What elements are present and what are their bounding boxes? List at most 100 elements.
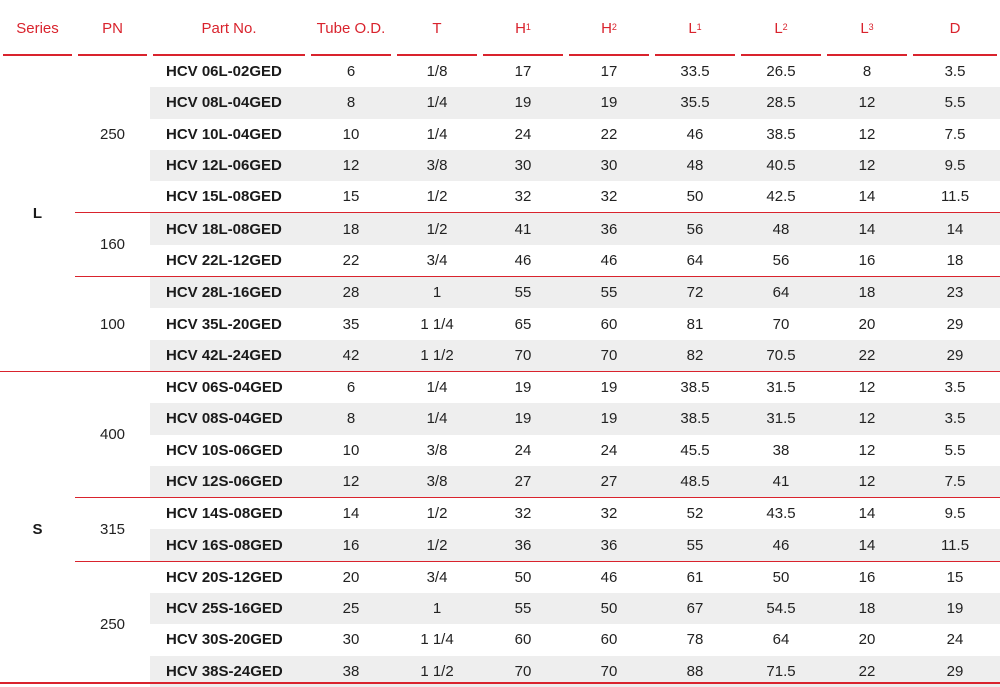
series-cell: S: [0, 370, 75, 687]
h1-cell: 32: [480, 497, 566, 529]
h2-cell: 22: [600, 125, 618, 143]
l1-cell: 48: [652, 149, 738, 182]
l2-cell: 38.5: [766, 125, 796, 143]
d-cell: 29: [946, 315, 964, 333]
d-cell: 3.5: [944, 63, 966, 81]
table-row: S 400 HCV 06S-04GED 6 1/4 19 19 38.5 31.5 12 3.5: [0, 370, 1000, 687]
header-part-no: Part No.: [150, 0, 308, 56]
l2-cell: 46: [738, 529, 824, 561]
pn-cell: 160: [75, 212, 150, 277]
l2-cell: 50: [738, 560, 824, 593]
d-cell: 5.5: [944, 441, 966, 459]
h2-cell: 60: [600, 315, 618, 333]
d-cell: 5.5: [910, 87, 1000, 119]
tube-od-cell: 16: [308, 529, 394, 561]
h2-cell: 27: [566, 465, 652, 498]
h2-cell: 32: [566, 497, 652, 529]
table-row: HCV 30S-20GED 30 1 1/4 60 60 78 64 20 24: [0, 624, 1000, 655]
l1-cell: 55: [652, 529, 738, 561]
d-cell: 11.5: [910, 529, 1000, 561]
part-no-cell: HCV 08L-04GED: [150, 87, 308, 119]
d-cell: 29: [910, 339, 1000, 371]
t-cell: 1/4: [394, 87, 480, 119]
t-cell: 1/4: [426, 125, 448, 143]
h2-cell: 24: [600, 441, 618, 459]
part-no-cell: HCV 28L-16GED: [150, 276, 308, 309]
l1-cell: 35.5: [652, 87, 738, 119]
l1-cell: 45.5: [680, 441, 710, 459]
l1-cell: 38.5: [652, 370, 738, 403]
series-cell: L: [0, 56, 75, 371]
h1-cell: 24: [514, 441, 532, 459]
l3-cell: 14: [858, 188, 876, 206]
d-cell: 18: [946, 251, 964, 269]
spec-table-container: Series PN Part No. Tube O.D. T H1 H2 L1 L2 L3 D L2…: [0, 0, 1000, 687]
d-cell: 9.5: [910, 149, 1000, 182]
h1-cell: 36: [480, 529, 566, 561]
table-row: HCV 35L-20GED 35 1 1/4 65 60 81 70 20 29: [0, 308, 1000, 339]
d-cell: 15: [910, 560, 1000, 593]
h1-cell: 32: [514, 188, 532, 206]
l3-cell: 12: [824, 403, 910, 435]
l2-cell: 54.5: [738, 593, 824, 625]
d-cell: 23: [910, 276, 1000, 309]
header-label: L: [688, 19, 697, 37]
t-cell: 3/8: [394, 149, 480, 182]
d-cell: 11.5: [940, 188, 970, 206]
t-cell: 3/8: [394, 465, 480, 498]
part-no-cell: HCV 30S-20GED: [166, 631, 283, 649]
part-no-cell: HCV 08S-04GED: [150, 403, 308, 435]
t-cell: 1: [394, 593, 480, 625]
header-subscript: 1: [696, 21, 702, 32]
h1-cell: 30: [480, 149, 566, 182]
header-subscript: 3: [868, 21, 874, 32]
table-row: HCV 42L-24GED 42 1 1/2 70 70 82 70.5 22 29: [0, 339, 1000, 371]
h1-cell: 17: [514, 63, 532, 81]
d-cell: 24: [946, 631, 964, 649]
part-no-cell: HCV 18L-08GED: [150, 212, 308, 245]
t-cell: 1/4: [394, 403, 480, 435]
table-row: 160 HCV 18L-08GED 18 1/2 41 36 56 48 14 14: [0, 212, 1000, 277]
d-cell: 3.5: [910, 370, 1000, 403]
h1-cell: 24: [514, 125, 532, 143]
header-h1: H1: [480, 0, 566, 56]
l2-cell: 31.5: [738, 370, 824, 403]
t-cell: 3/4: [426, 251, 448, 269]
part-no-cell: HCV 12L-06GED: [150, 149, 308, 182]
table-row: 100 HCV 28L-16GED 28 1 55 55 72 64 18 23: [0, 276, 1000, 371]
l1-cell: 81: [686, 315, 704, 333]
l2-cell: 42.5: [766, 188, 796, 206]
tube-od-cell: 8: [308, 403, 394, 435]
h1-cell: 65: [514, 315, 532, 333]
d-cell: 9.5: [910, 497, 1000, 529]
part-no-cell: HCV 06L-02GED: [166, 63, 282, 81]
part-no-cell: HCV 35L-20GED: [166, 315, 282, 333]
header-t: T: [394, 0, 480, 56]
part-no-cell: HCV 22L-12GED: [166, 251, 282, 269]
l3-cell: 14: [824, 497, 910, 529]
h2-cell: 19: [566, 403, 652, 435]
l1-cell: 33.5: [680, 63, 710, 81]
l3-cell: 20: [858, 315, 876, 333]
table-row: HCV 08S-04GED 8 1/4 19 19 38.5 31.5 12 3.5: [0, 403, 1000, 435]
l3-cell: 12: [858, 125, 876, 143]
h2-cell: 36: [566, 529, 652, 561]
d-cell: 14: [910, 212, 1000, 245]
header-subscript: 1: [525, 21, 531, 32]
h2-cell: 60: [600, 631, 618, 649]
d-cell: 7.5: [944, 125, 966, 143]
h2-cell: 70: [566, 339, 652, 371]
header-h2: H2: [566, 0, 652, 56]
t-cell: 3/4: [394, 560, 480, 593]
l3-cell: 14: [824, 212, 910, 245]
t-cell: 1/8: [426, 63, 448, 81]
l2-cell: 41: [738, 465, 824, 498]
table-bottom-rule: [0, 682, 1000, 684]
l1-cell: 72: [652, 276, 738, 309]
l3-cell: 8: [862, 63, 872, 81]
l3-cell: 12: [824, 370, 910, 403]
pn-cell: 250: [75, 56, 150, 213]
h2-cell: 55: [566, 276, 652, 309]
tube-od-cell: 6: [308, 370, 394, 403]
h1-cell: 55: [480, 276, 566, 309]
